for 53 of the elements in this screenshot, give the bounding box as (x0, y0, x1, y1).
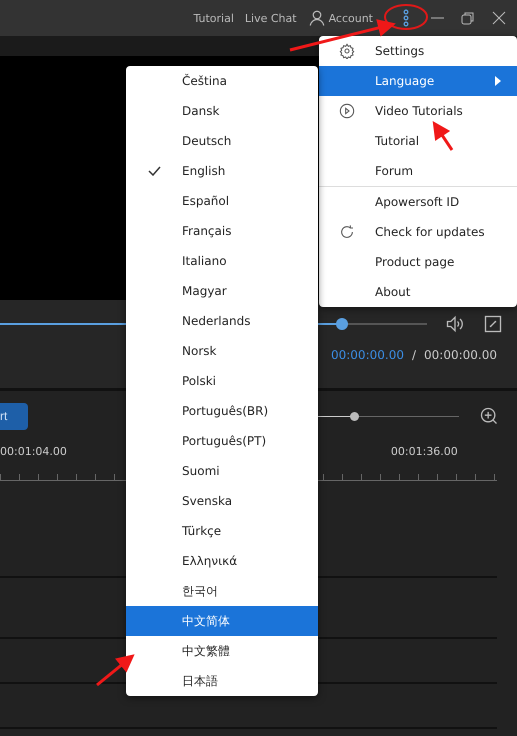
menu-item[interactable]: Product page (319, 247, 517, 277)
volume-icon (445, 314, 465, 334)
menu-item[interactable]: Check for updates (319, 217, 517, 247)
menu-item[interactable]: Video Tutorials (319, 96, 517, 126)
locale-option[interactable]: English (126, 156, 318, 186)
menu-item[interactable]: Settings (319, 36, 517, 66)
locale-option[interactable]: Čeština (126, 66, 318, 96)
settings-icon (339, 43, 355, 59)
restore-icon (461, 11, 475, 25)
locale-option[interactable]: Italiano (126, 246, 318, 276)
close-icon (492, 11, 506, 25)
current-time: 00:00:00.00 (330, 348, 404, 362)
locale-option[interactable]: 한국어 (126, 576, 318, 606)
locale-option[interactable]: Polski (126, 366, 318, 396)
annotation-arrow (432, 121, 454, 151)
time-separator: / (412, 348, 416, 362)
locale-option[interactable]: Norsk (126, 336, 318, 366)
annotation-arrow (96, 654, 135, 686)
ruler-label: 00:01:04.00 (0, 445, 67, 458)
menu-item[interactable]: About (319, 277, 517, 307)
ruler-label: 00:01:36.00 (390, 445, 458, 458)
locale-option[interactable]: Türkçe (126, 516, 318, 546)
locale-option[interactable]: Português(PT) (126, 426, 318, 456)
locale-option[interactable]: Deutsch (126, 126, 318, 156)
locale-option[interactable]: 中文简体 (126, 606, 318, 636)
minimize-icon (430, 17, 444, 19)
play-icon (339, 103, 355, 119)
menu-item[interactable]: Language (319, 66, 517, 96)
annotation-circle (384, 4, 428, 30)
account-link[interactable]: Account (328, 12, 373, 24)
locale-option[interactable]: Português(BR) (126, 396, 318, 426)
fullscreen-icon (483, 314, 503, 334)
locale-option[interactable]: Français (126, 216, 318, 246)
person-icon (308, 9, 326, 27)
title-link[interactable]: Tutorial (193, 12, 234, 24)
zoom-in-icon (479, 406, 499, 426)
locale-option[interactable]: 日本語 (126, 666, 318, 696)
menu-item[interactable]: Tutorial (319, 126, 517, 156)
title-link[interactable]: Live Chat (244, 12, 297, 24)
locale-option[interactable]: Dansk (126, 96, 318, 126)
locale-option[interactable]: Ελληνικά (126, 546, 318, 576)
locale-option[interactable]: 中文繁體 (126, 636, 318, 666)
locale-option[interactable]: Svenska (126, 486, 318, 516)
menu-item[interactable]: Apowersoft ID (319, 187, 517, 217)
refresh-icon (339, 224, 355, 240)
locale-option[interactable]: Español (126, 186, 318, 216)
locale-option[interactable]: Suomi (126, 456, 318, 486)
export-button[interactable]: rt (0, 402, 28, 430)
more-icon (403, 9, 409, 27)
locale-option[interactable]: Magyar (126, 276, 318, 306)
locale-option[interactable]: Nederlands (126, 306, 318, 336)
menu-item[interactable]: Forum (319, 156, 517, 186)
total-time: 00:00:00.00 (424, 348, 497, 362)
